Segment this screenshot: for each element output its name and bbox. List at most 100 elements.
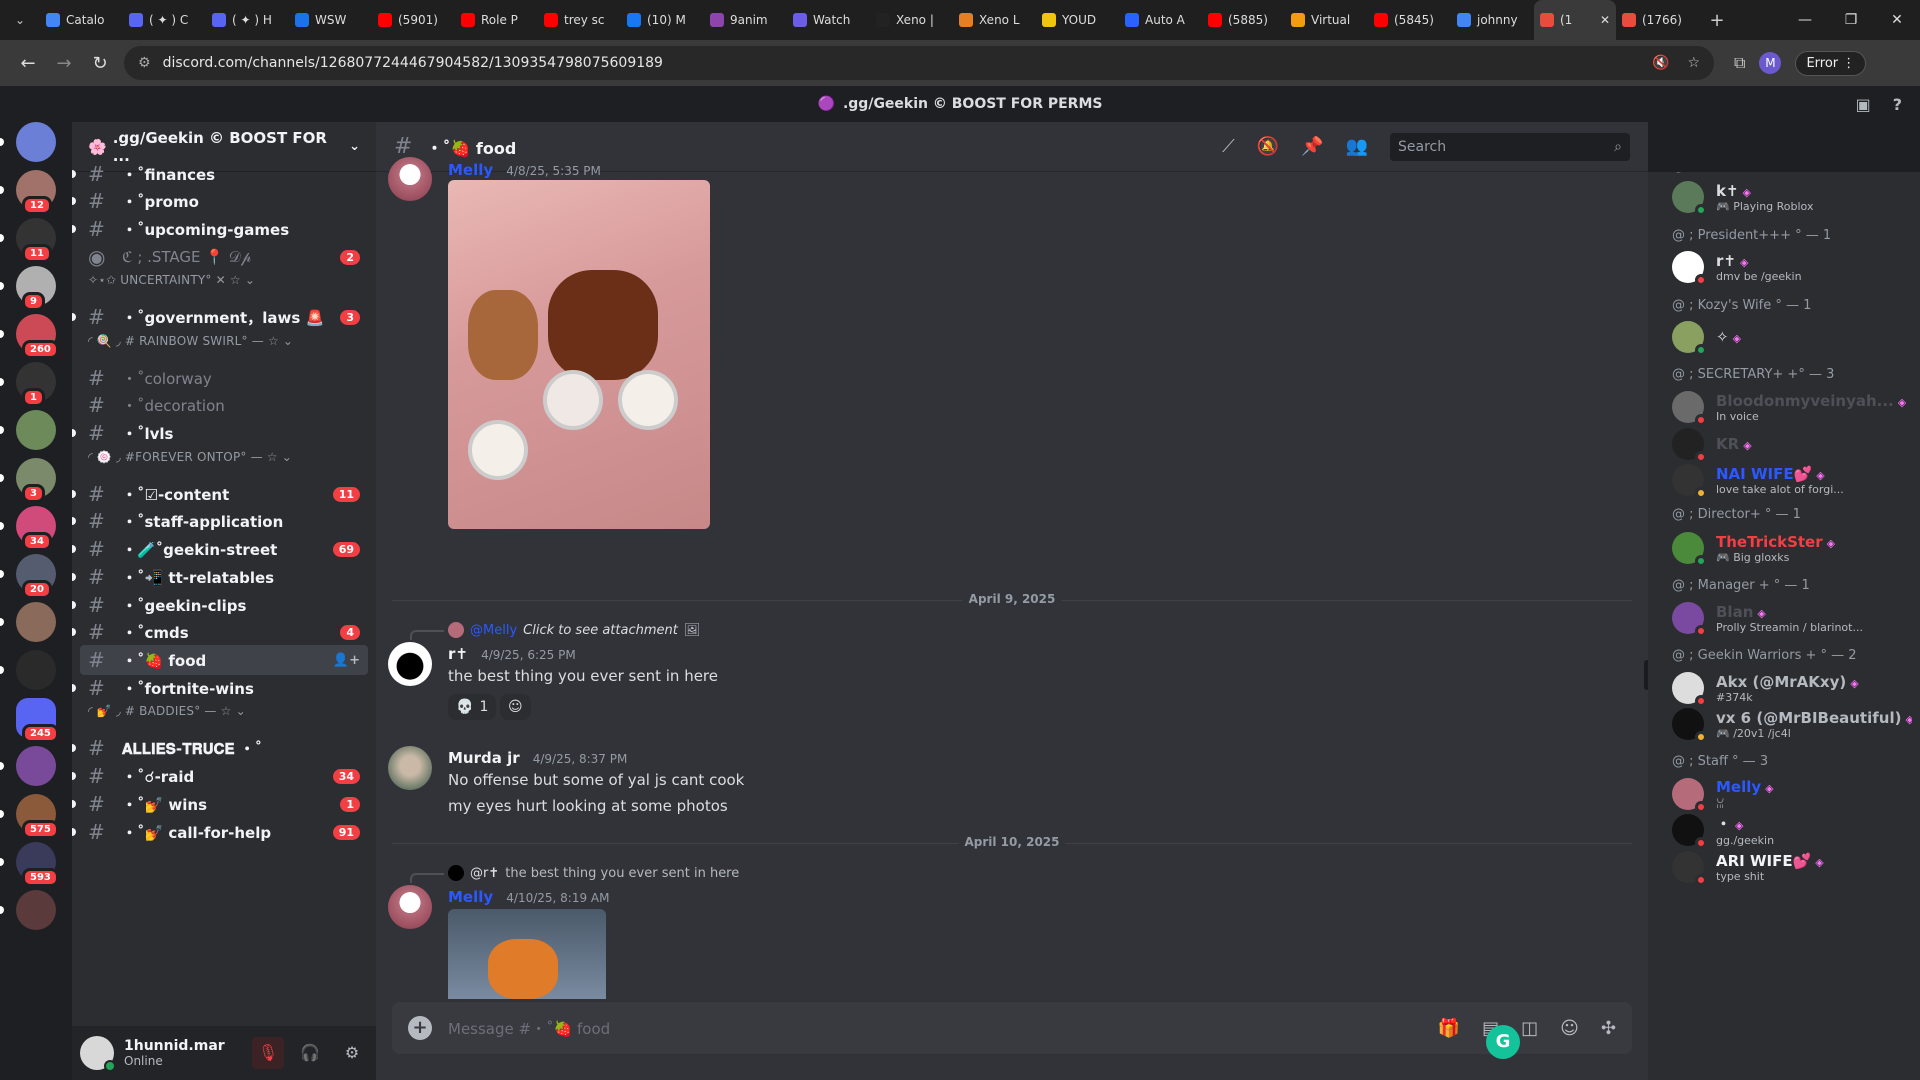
- user-info[interactable]: 1hunnid.mar Online: [124, 1038, 225, 1068]
- close-window-icon[interactable]: ✕: [1874, 0, 1920, 40]
- channel-item[interactable]: # ・˚💅 call-for-help 91: [72, 817, 368, 847]
- back-arrow-icon[interactable]: ←: [10, 53, 46, 74]
- reload-icon[interactable]: ↻: [82, 53, 118, 74]
- browser-tab[interactable]: Watch: [787, 0, 870, 40]
- channel-category[interactable]: ◜ 🍭 ◞ # RAINBOW SWIRL° — ☆ ⌄: [88, 334, 293, 348]
- add-reaction-button[interactable]: ☺: [500, 694, 531, 720]
- member-item[interactable]: TheTrickSter ◈ 🎮 Big gloxks: [1672, 526, 1912, 570]
- member-item[interactable]: NAI WIFE💕 ◈ love take alot of forgi...: [1672, 458, 1912, 502]
- browser-tab[interactable]: (1766): [1616, 0, 1699, 40]
- error-button[interactable]: Error ⋮: [1795, 50, 1867, 76]
- channel-item[interactable]: # ・˚☌-raid 34: [72, 761, 368, 791]
- member-item[interactable]: vx 6 (@MrBIBeautiful) ◈ 🎮 /20v1 /jc4l: [1672, 702, 1912, 746]
- member-item[interactable]: ✧ ◈: [1672, 315, 1912, 359]
- member-item[interactable]: Blan ◈ Prolly Streamin / blarinot...: [1672, 596, 1912, 640]
- channel-item[interactable]: # ・˚government，laws 🚨 3: [72, 302, 368, 332]
- browser-tab[interactable]: Xeno L: [953, 0, 1036, 40]
- server-icon[interactable]: [16, 746, 56, 786]
- member-item[interactable]: k✝ ◈ 🎮 Playing Roblox: [1672, 175, 1912, 219]
- media-muted-icon[interactable]: 🔇: [1652, 55, 1669, 71]
- help-icon[interactable]: ?: [1893, 95, 1902, 114]
- channel-item[interactable]: # ・˚staff-application: [72, 506, 368, 536]
- server-icon[interactable]: [16, 122, 56, 162]
- channel-item[interactable]: # ・˚lvls: [72, 418, 368, 448]
- channel-item[interactable]: # 𝐀𝐋𝐋𝐈𝐄𝐒-𝐓𝐑𝐔𝐂𝐄 ・˚: [72, 733, 368, 763]
- food-photo-attachment[interactable]: [448, 180, 710, 529]
- headphones-icon[interactable]: 🎧: [294, 1037, 326, 1069]
- channel-item[interactable]: # ・˚cmds 4: [72, 617, 368, 647]
- message-author[interactable]: Melly: [448, 161, 493, 179]
- restore-icon[interactable]: ❐: [1828, 0, 1874, 40]
- browser-tab[interactable]: ( ✦ ) C: [123, 0, 206, 40]
- server-icon[interactable]: [16, 410, 56, 450]
- channel-item[interactable]: # ・🧪˚geekin-street 69: [72, 534, 368, 564]
- melly-avatar[interactable]: [388, 885, 432, 929]
- browser-tab[interactable]: (5845): [1368, 0, 1451, 40]
- grammarly-icon[interactable]: G: [1486, 1025, 1520, 1059]
- channel-item[interactable]: # ・˚promo: [72, 186, 368, 216]
- emoji-icon[interactable]: ☺: [1560, 1018, 1579, 1039]
- browser-tab[interactable]: (5885): [1202, 0, 1285, 40]
- channel-item[interactable]: # ・˚💅 wins 1: [72, 789, 368, 819]
- forward-arrow-icon[interactable]: →: [46, 53, 82, 74]
- channel-category[interactable]: ◜ 🍥 ◞ #FOREVER ONTOP° — ☆ ⌄: [88, 450, 292, 464]
- browser-tab[interactable]: Auto A: [1119, 0, 1202, 40]
- tab-search-chevron-icon[interactable]: ⌄: [0, 13, 40, 27]
- browser-tab[interactable]: 9anim: [704, 0, 787, 40]
- minimize-icon[interactable]: —: [1782, 0, 1828, 40]
- notification-bell-icon[interactable]: 🔕: [1257, 136, 1279, 157]
- mic-muted-icon[interactable]: 🎙: [252, 1037, 284, 1069]
- browser-tab[interactable]: (1 ✕: [1534, 0, 1616, 40]
- apps-icon[interactable]: ✣: [1601, 1018, 1616, 1039]
- browser-tab[interactable]: Catalo: [40, 0, 123, 40]
- message-composer[interactable]: + Message #・˚🍓 food 🎁 ▤ ◫ ☺ ✣: [392, 1002, 1632, 1054]
- server-icon[interactable]: [16, 650, 56, 690]
- channel-item[interactable]: # ・˚finances: [72, 159, 368, 189]
- browser-tab[interactable]: johnny: [1451, 0, 1534, 40]
- rt-avatar[interactable]: [388, 642, 432, 686]
- skull-reaction[interactable]: 💀 1: [448, 694, 497, 720]
- search-input[interactable]: Search ⌕: [1390, 132, 1630, 161]
- gift-icon[interactable]: 🎁: [1438, 1018, 1460, 1039]
- extensions-puzzle-icon[interactable]: ⧉: [1734, 53, 1745, 73]
- close-tab-icon[interactable]: ✕: [1600, 13, 1610, 27]
- pin-icon[interactable]: 📌: [1301, 136, 1323, 157]
- member-item[interactable]: r✝ ◈ dmv be /geekin: [1672, 245, 1912, 289]
- image-attachment[interactable]: [448, 909, 606, 999]
- channel-item[interactable]: # ・˚fortnite-wins: [72, 673, 368, 703]
- message-author[interactable]: Murda jr: [448, 749, 520, 767]
- message-author[interactable]: r✝: [448, 645, 468, 663]
- browser-tab[interactable]: (10) M: [621, 0, 704, 40]
- upload-plus-icon[interactable]: +: [408, 1016, 432, 1040]
- channel-category[interactable]: ◜ 💅 ◞ # BADDIES° — ☆ ⌄: [88, 704, 246, 718]
- browser-tab[interactable]: YOUD: [1036, 0, 1119, 40]
- site-info-icon[interactable]: ⚙: [138, 55, 151, 71]
- user-avatar[interactable]: [80, 1036, 116, 1072]
- server-icon[interactable]: [16, 890, 56, 930]
- message-author[interactable]: Melly: [448, 888, 493, 906]
- browser-tab[interactable]: Xeno |: [870, 0, 953, 40]
- channel-category[interactable]: ✧⋆✩ UNCERTAINTY° ✕ ☆ ⌄: [88, 273, 255, 287]
- channel-item[interactable]: ◉ ℭ ; .STAGE 📍 𝒟𝓅 2: [80, 242, 368, 272]
- settings-gear-icon[interactable]: ⚙: [336, 1037, 368, 1069]
- member-item[interactable]: ARI WIFE💕 ◈ type shit: [1672, 845, 1912, 889]
- sticker-icon[interactable]: ◫: [1521, 1018, 1538, 1039]
- profile-avatar[interactable]: M: [1759, 52, 1782, 74]
- channel-item[interactable]: # ・˚☑-content 11: [72, 479, 368, 509]
- server-icon[interactable]: [16, 602, 56, 642]
- browser-tab[interactable]: ( ✦ ) H: [206, 0, 289, 40]
- channel-item[interactable]: # ・˚📲 tt-relatables: [72, 562, 368, 592]
- melly-avatar[interactable]: [388, 157, 432, 201]
- channel-item[interactable]: # ・˚🍓 food 👤+: [80, 645, 368, 675]
- reply-preview[interactable]: @Melly Click to see attachment 🖼: [448, 622, 700, 638]
- reply-preview[interactable]: @r✝ the best thing you ever sent in here: [448, 865, 739, 881]
- chevron-down-icon[interactable]: ⌄: [349, 139, 360, 154]
- browser-tab[interactable]: WSW: [289, 0, 372, 40]
- browser-tab[interactable]: trey sc: [538, 0, 621, 40]
- bookmark-star-icon[interactable]: ☆: [1687, 55, 1700, 71]
- channel-item[interactable]: # ・˚geekin-clips: [72, 590, 368, 620]
- inbox-icon[interactable]: ▣: [1856, 95, 1871, 114]
- murda-avatar[interactable]: [388, 746, 432, 790]
- browser-tab[interactable]: Virtual: [1285, 0, 1368, 40]
- channel-item[interactable]: # ・˚upcoming-games: [72, 214, 368, 244]
